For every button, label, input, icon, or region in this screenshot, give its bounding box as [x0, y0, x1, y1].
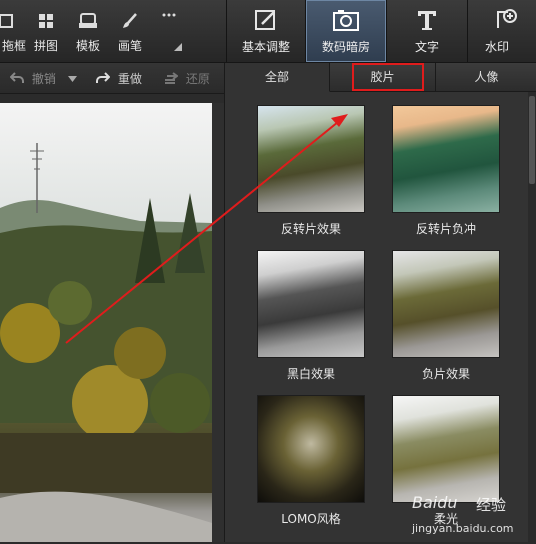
annotation-arrow	[65, 114, 348, 344]
svg-text:jingyan.baidu.com: jingyan.baidu.com	[411, 522, 514, 535]
baidu-watermark: Baidu 经验 jingyan.baidu.com	[406, 486, 532, 540]
baidu-logo-icon: Baidu 经验 jingyan.baidu.com	[411, 493, 514, 535]
svg-text:Baidu: Baidu	[412, 493, 458, 512]
svg-text:经验: 经验	[476, 496, 506, 514]
